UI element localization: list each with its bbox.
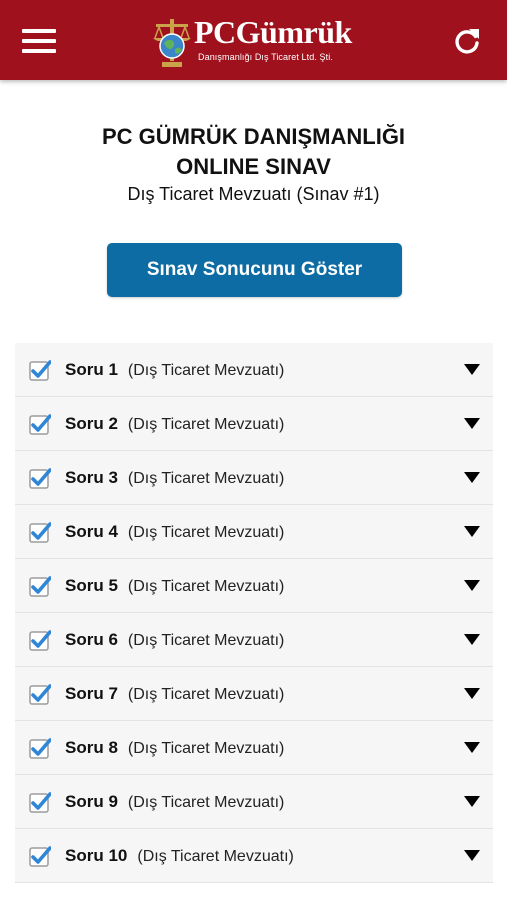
page-title-line1: PC GÜMRÜK DANIŞMANLIĞI bbox=[101, 124, 406, 149]
caret-down-icon[interactable] bbox=[464, 850, 480, 861]
question-label: Soru 4 (Dış Ticaret Mevzuatı) bbox=[65, 505, 284, 559]
question-number: Soru 8 bbox=[65, 738, 118, 757]
question-number: Soru 2 bbox=[65, 414, 118, 433]
caret-down-icon[interactable] bbox=[464, 688, 480, 699]
checkbox-checked-icon[interactable] bbox=[29, 521, 51, 543]
checkbox-checked-icon[interactable] bbox=[29, 737, 51, 759]
logo-subtitle: Danışmanlığı Dış Ticaret Ltd. Şti. bbox=[198, 52, 333, 62]
exam-subtitle: Dış Ticaret Mevzuatı (Sınav #1) bbox=[127, 184, 380, 204]
question-row[interactable]: Soru 9 (Dış Ticaret Mevzuatı) bbox=[15, 775, 493, 829]
checkbox-checked-icon[interactable] bbox=[29, 791, 51, 813]
globe-scales-emblem-icon bbox=[153, 19, 191, 67]
caret-down-icon[interactable] bbox=[464, 418, 480, 429]
question-label: Soru 5 (Dış Ticaret Mevzuatı) bbox=[65, 559, 284, 613]
question-label: Soru 6 (Dış Ticaret Mevzuatı) bbox=[65, 613, 284, 667]
caret-down-icon[interactable] bbox=[464, 472, 480, 483]
top-app-bar: PCGümrük Danışmanlığı Dış Ticaret Ltd. Ş… bbox=[0, 0, 507, 80]
show-result-button[interactable]: Sınav Sonucunu Göster bbox=[107, 243, 402, 297]
question-number: Soru 7 bbox=[65, 684, 118, 703]
question-number: Soru 1 bbox=[65, 360, 118, 379]
exam-header: PC GÜMRÜK DANIŞMANLIĞI ONLINE SINAV Dış … bbox=[0, 122, 507, 205]
caret-down-icon[interactable] bbox=[464, 796, 480, 807]
checkbox-checked-icon[interactable] bbox=[29, 629, 51, 651]
caret-down-icon[interactable] bbox=[464, 526, 480, 537]
caret-down-icon[interactable] bbox=[464, 634, 480, 645]
caret-down-icon[interactable] bbox=[464, 580, 480, 591]
question-number: Soru 3 bbox=[65, 468, 118, 487]
question-label: Soru 7 (Dış Ticaret Mevzuatı) bbox=[65, 667, 284, 721]
question-row[interactable]: Soru 6 (Dış Ticaret Mevzuatı) bbox=[15, 613, 493, 667]
question-row[interactable]: Soru 10 (Dış Ticaret Mevzuatı) bbox=[15, 829, 493, 883]
checkbox-checked-icon[interactable] bbox=[29, 575, 51, 597]
hamburger-menu-icon[interactable] bbox=[22, 29, 56, 53]
question-row[interactable]: Soru 2 (Dış Ticaret Mevzuatı) bbox=[15, 397, 493, 451]
refresh-icon[interactable] bbox=[453, 27, 481, 55]
question-topic: (Dış Ticaret Mevzuatı) bbox=[137, 848, 294, 865]
question-label: Soru 1 (Dış Ticaret Mevzuatı) bbox=[65, 343, 284, 397]
question-number: Soru 9 bbox=[65, 792, 118, 811]
page-title-line2: ONLINE SINAV bbox=[176, 154, 331, 179]
question-topic: (Dış Ticaret Mevzuatı) bbox=[127, 416, 285, 433]
question-row[interactable]: Soru 4 (Dış Ticaret Mevzuatı) bbox=[15, 505, 493, 559]
question-label: Soru 2 (Dış Ticaret Mevzuatı) bbox=[65, 397, 284, 451]
question-label: Soru 10 (Dış Ticaret Mevzuatı) bbox=[65, 829, 294, 883]
question-topic: (Dış Ticaret Mevzuatı) bbox=[127, 794, 285, 811]
question-label: Soru 3 (Dış Ticaret Mevzuatı) bbox=[65, 451, 284, 505]
checkbox-checked-icon[interactable] bbox=[29, 359, 51, 381]
question-number: Soru 6 bbox=[65, 630, 118, 649]
question-row[interactable]: Soru 7 (Dış Ticaret Mevzuatı) bbox=[15, 667, 493, 721]
company-logo: PCGümrük Danışmanlığı Dış Ticaret Ltd. Ş… bbox=[148, 10, 363, 70]
question-topic: (Dış Ticaret Mevzuatı) bbox=[127, 524, 285, 541]
question-topic: (Dış Ticaret Mevzuatı) bbox=[127, 362, 285, 379]
logo-text: PCGümrük bbox=[194, 14, 352, 50]
question-number: Soru 4 bbox=[65, 522, 118, 541]
checkbox-checked-icon[interactable] bbox=[29, 467, 51, 489]
question-row[interactable]: Soru 1 (Dış Ticaret Mevzuatı) bbox=[15, 343, 493, 397]
question-label: Soru 9 (Dış Ticaret Mevzuatı) bbox=[65, 775, 284, 829]
question-topic: (Dış Ticaret Mevzuatı) bbox=[127, 632, 285, 649]
checkbox-checked-icon[interactable] bbox=[29, 845, 51, 867]
question-label: Soru 8 (Dış Ticaret Mevzuatı) bbox=[65, 721, 284, 775]
caret-down-icon[interactable] bbox=[464, 742, 480, 753]
checkbox-checked-icon[interactable] bbox=[29, 413, 51, 435]
checkbox-checked-icon[interactable] bbox=[29, 683, 51, 705]
question-topic: (Dış Ticaret Mevzuatı) bbox=[127, 578, 285, 595]
question-row[interactable]: Soru 8 (Dış Ticaret Mevzuatı) bbox=[15, 721, 493, 775]
question-row[interactable]: Soru 5 (Dış Ticaret Mevzuatı) bbox=[15, 559, 493, 613]
question-topic: (Dış Ticaret Mevzuatı) bbox=[127, 686, 285, 703]
caret-down-icon[interactable] bbox=[464, 364, 480, 375]
question-topic: (Dış Ticaret Mevzuatı) bbox=[127, 470, 285, 487]
question-number: Soru 5 bbox=[65, 576, 118, 595]
question-list: Soru 1 (Dış Ticaret Mevzuatı) Soru 2 (Dış T… bbox=[15, 343, 493, 883]
question-topic: (Dış Ticaret Mevzuatı) bbox=[127, 740, 285, 757]
question-row[interactable]: Soru 3 (Dış Ticaret Mevzuatı) bbox=[15, 451, 493, 505]
question-number: Soru 10 bbox=[65, 846, 128, 865]
